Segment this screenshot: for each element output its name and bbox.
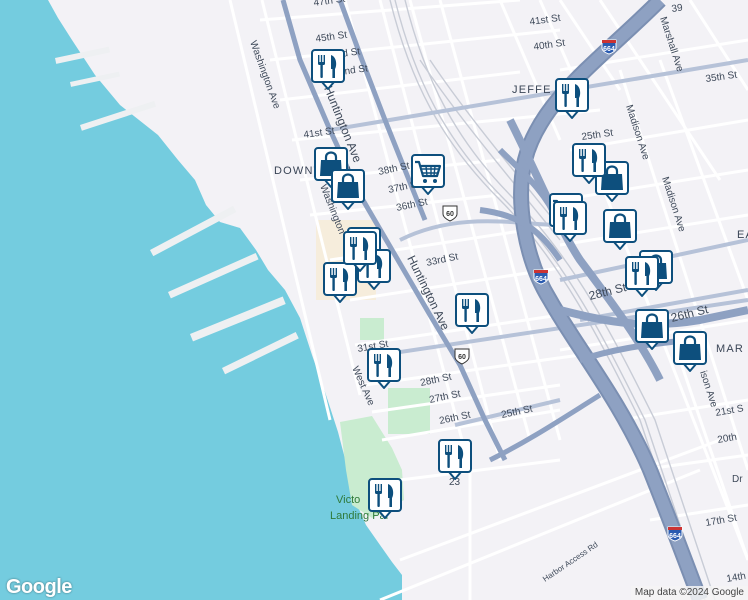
svg-text:60: 60: [458, 354, 466, 361]
svg-text:664: 664: [535, 276, 547, 283]
park-label: Victo: [336, 494, 360, 506]
area-label-jefferson: JEFFE: [512, 84, 552, 96]
street-label: 39: [671, 2, 684, 15]
svg-text:664: 664: [603, 46, 615, 53]
interstate-shield: 664: [533, 269, 549, 285]
street-label: Dr: [732, 474, 743, 485]
area-label-east: EA: [737, 229, 748, 241]
map-attribution: Map data ©2024 Google: [630, 586, 748, 600]
interstate-shield: 664: [667, 526, 683, 542]
map-graphic: 664 664 664 60 60 DOWNTOWN JEFFE EA MAR …: [0, 0, 748, 600]
svg-text:664: 664: [669, 533, 681, 540]
interstate-shield: 664: [601, 39, 617, 55]
area-label-mar: MAR: [716, 343, 744, 355]
map-canvas[interactable]: 664 664 664 60 60 DOWNTOWN JEFFE EA MAR …: [0, 0, 748, 600]
google-logo: Google: [6, 576, 72, 598]
svg-text:60: 60: [446, 211, 454, 218]
